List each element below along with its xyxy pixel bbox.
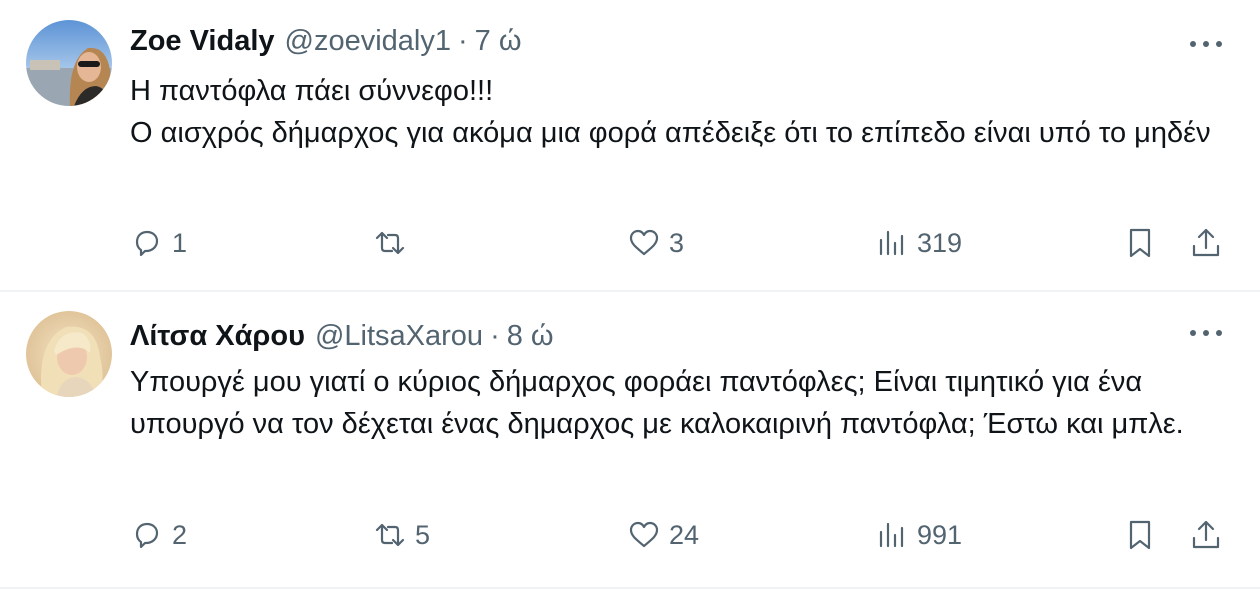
tweet-header: Zoe Vidaly @zoevidaly1 · 7 ώ bbox=[130, 25, 522, 58]
avatar[interactable] bbox=[26, 20, 112, 106]
views-icon bbox=[879, 522, 904, 548]
separator: · bbox=[490, 320, 500, 352]
tweet-text: Υπουργέ μου γιατί ο κύριος δήμαρχος φορά… bbox=[130, 361, 1240, 445]
retweet-button[interactable]: 5 bbox=[373, 515, 430, 555]
more-icon[interactable] bbox=[1190, 325, 1222, 341]
like-count: 24 bbox=[669, 519, 700, 550]
reply-button[interactable]: 2 bbox=[130, 515, 187, 555]
bookmark-icon bbox=[1129, 228, 1151, 258]
action-bar: 2 5 24 991 bbox=[130, 515, 1260, 555]
reply-icon bbox=[135, 522, 159, 549]
avatar[interactable] bbox=[26, 311, 112, 397]
timestamp[interactable]: 8 ώ bbox=[507, 320, 554, 353]
tweet-header: Λίτσα Χάρου @LitsaXarou · 8 ώ bbox=[130, 320, 554, 353]
share-button[interactable] bbox=[1189, 515, 1223, 555]
like-count: 3 bbox=[669, 227, 685, 258]
like-button[interactable]: 3 bbox=[627, 223, 684, 263]
retweet-icon bbox=[375, 523, 405, 547]
tweet[interactable]: Λίτσα Χάρου @LitsaXarou · 8 ώ Υπουργέ μο… bbox=[0, 292, 1260, 589]
timestamp[interactable]: 7 ώ bbox=[475, 25, 522, 58]
user-handle[interactable]: @LitsaXarou bbox=[315, 320, 483, 353]
tweet[interactable]: Zoe Vidaly @zoevidaly1 · 7 ώ Η παντόφλα … bbox=[0, 0, 1260, 292]
tweet-text-line: Ο αισχρός δήμαρχος για ακόμα μια φορά απ… bbox=[130, 117, 1211, 149]
display-name[interactable]: Λίτσα Χάρου bbox=[130, 320, 305, 353]
reply-count: 2 bbox=[172, 519, 188, 550]
bookmark-icon bbox=[1129, 520, 1151, 550]
reply-button[interactable]: 1 bbox=[130, 223, 187, 263]
tweet-text-line: Η παντόφλα πάει σύννεφο!!! bbox=[130, 75, 494, 107]
heart-icon bbox=[629, 229, 659, 256]
views-count: 319 bbox=[917, 227, 963, 258]
display-name[interactable]: Zoe Vidaly bbox=[130, 25, 275, 58]
action-bar: 1 3 319 bbox=[130, 223, 1260, 263]
reply-icon bbox=[135, 230, 159, 257]
more-icon[interactable] bbox=[1190, 36, 1222, 52]
views-button[interactable]: 319 bbox=[875, 223, 962, 263]
like-button[interactable]: 24 bbox=[627, 515, 699, 555]
views-icon bbox=[879, 230, 904, 256]
retweet-button[interactable] bbox=[373, 223, 415, 263]
views-button[interactable]: 991 bbox=[875, 515, 962, 555]
user-handle[interactable]: @zoevidaly1 bbox=[285, 25, 451, 58]
tweet-text: Η παντόφλα πάει σύννεφο!!! Ο αισχρός δήμ… bbox=[130, 70, 1240, 154]
views-count: 991 bbox=[917, 519, 963, 550]
tweet-text-line: Υπουργέ μου γιατί ο κύριος δήμαρχος φορά… bbox=[130, 366, 1184, 440]
share-icon bbox=[1192, 228, 1220, 257]
retweet-count: 5 bbox=[415, 519, 431, 550]
reply-count: 1 bbox=[172, 227, 188, 258]
heart-icon bbox=[629, 521, 659, 548]
share-button[interactable] bbox=[1189, 223, 1223, 263]
bookmark-button[interactable] bbox=[1123, 223, 1157, 263]
bookmark-button[interactable] bbox=[1123, 515, 1157, 555]
share-icon bbox=[1192, 520, 1220, 549]
retweet-icon bbox=[375, 231, 405, 255]
separator: · bbox=[458, 25, 468, 57]
